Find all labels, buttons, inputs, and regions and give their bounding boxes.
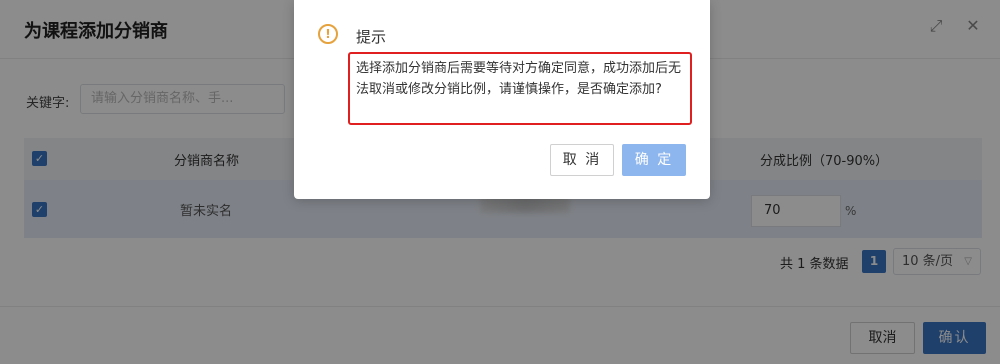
messagebox-cancel-button[interactable]: 取 消 <box>550 144 614 176</box>
messagebox-message: 选择添加分销商后需要等待对方确定同意，成功添加后无法取消或修改分销比例，请谨慎操… <box>348 52 692 125</box>
warning-icon: ! <box>318 24 338 44</box>
messagebox-title: 提示 <box>356 28 387 46</box>
messagebox-confirm-button[interactable]: 确 定 <box>622 144 686 176</box>
confirm-messagebox: ! 提示 选择添加分销商后需要等待对方确定同意，成功添加后无法取消或修改分销比例… <box>294 0 710 199</box>
